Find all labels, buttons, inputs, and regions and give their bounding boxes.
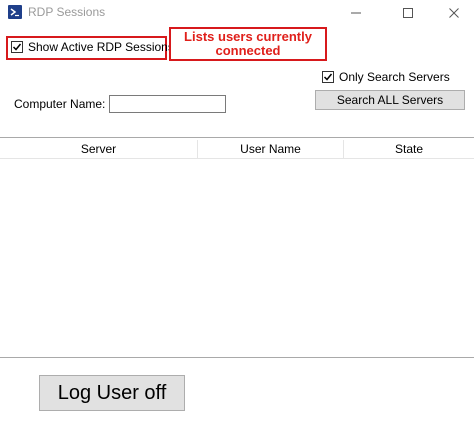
maximize-icon xyxy=(403,8,413,18)
annotation-line-2: connected xyxy=(215,43,281,58)
maximize-button[interactable] xyxy=(388,0,428,26)
only-search-servers-label[interactable]: Only Search Servers xyxy=(339,70,450,84)
checkmark-icon xyxy=(323,73,333,81)
table-header: Server User Name State xyxy=(0,140,474,159)
only-search-servers-checkbox[interactable] xyxy=(322,71,334,83)
column-header-server[interactable]: Server xyxy=(0,140,198,158)
log-user-off-button[interactable]: Log User off xyxy=(39,375,185,411)
rdp-sessions-window: RDP Sessions Show Active RDP Sessions Li… xyxy=(0,0,474,426)
column-header-user-name[interactable]: User Name xyxy=(198,140,344,158)
close-icon xyxy=(449,8,459,18)
show-active-checkbox[interactable] xyxy=(11,41,23,53)
sessions-table[interactable]: Server User Name State xyxy=(0,137,474,358)
checkmark-icon xyxy=(12,43,22,51)
powershell-icon xyxy=(8,5,22,19)
computer-name-label: Computer Name: xyxy=(14,97,106,111)
computer-name-input[interactable] xyxy=(109,95,226,113)
close-button[interactable] xyxy=(434,0,474,26)
annotation-line-1: Lists users currently xyxy=(184,29,312,44)
column-header-state[interactable]: State xyxy=(344,140,474,158)
search-all-servers-button[interactable]: Search ALL Servers xyxy=(315,90,465,110)
annotation-callout: Lists users currently connected xyxy=(169,27,327,61)
title-bar: RDP Sessions xyxy=(0,0,474,28)
window-title: RDP Sessions xyxy=(28,5,106,19)
minimize-icon xyxy=(351,12,361,14)
minimize-button[interactable] xyxy=(336,0,376,26)
show-active-label[interactable]: Show Active RDP Sessions xyxy=(28,40,174,54)
